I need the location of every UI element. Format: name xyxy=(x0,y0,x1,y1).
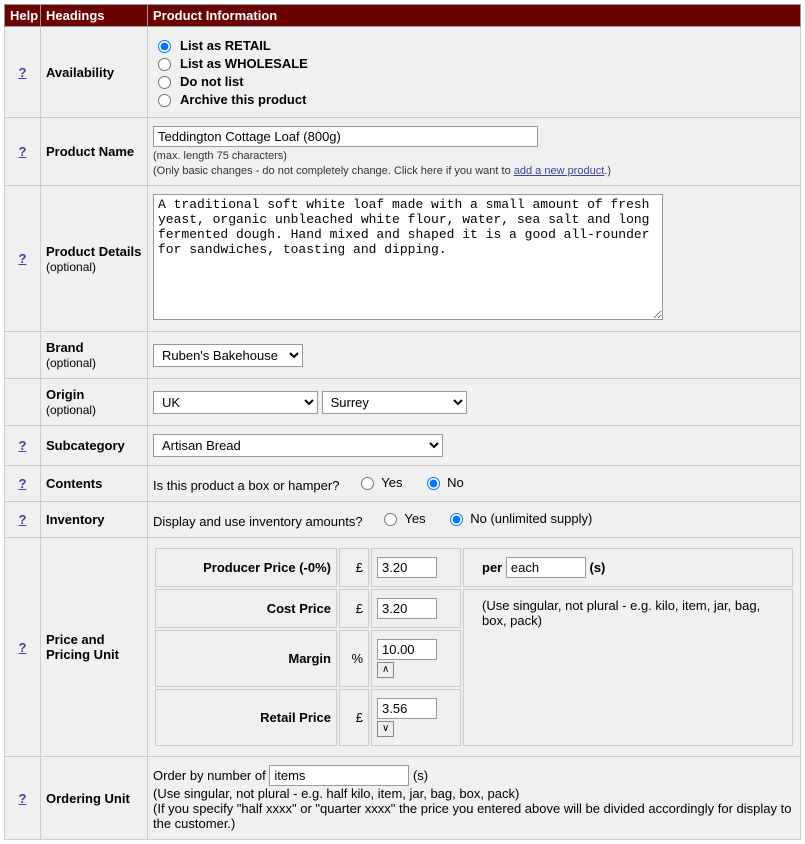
heading-ordering: Ordering Unit xyxy=(41,757,148,840)
brand-select[interactable]: Ruben's Bakehouse xyxy=(153,344,303,367)
subcategory-select[interactable]: Artisan Bread xyxy=(153,434,443,457)
label-archive: Archive this product xyxy=(180,92,306,107)
label-retail: List as RETAIL xyxy=(180,38,271,53)
ordering-prefix: Order by number of xyxy=(153,768,266,783)
radio-retail[interactable] xyxy=(158,40,171,53)
help-link-availability[interactable]: ? xyxy=(19,65,27,80)
help-link-pricing[interactable]: ? xyxy=(19,640,27,655)
help-link-inventory[interactable]: ? xyxy=(19,512,27,527)
ordering-hint2: (If you specify "half xxxx" or "quarter … xyxy=(153,801,791,831)
hint-maxlength: (max. length 75 characters) xyxy=(153,150,287,162)
product-details-textarea[interactable]: A traditional soft white loaf made with … xyxy=(153,194,663,320)
header-headings: Headings xyxy=(41,5,148,27)
hint-basic-changes: (Only basic changes - do not completely … xyxy=(153,165,514,177)
help-link-ordering[interactable]: ? xyxy=(19,791,27,806)
inventory-question: Display and use inventory amounts? xyxy=(153,514,363,529)
add-new-product-link[interactable]: add a new product xyxy=(514,165,605,177)
help-link-details[interactable]: ? xyxy=(19,251,27,266)
heading-brand: Brand xyxy=(46,340,84,355)
radio-dont-list[interactable] xyxy=(158,76,171,89)
pricing-grid: Producer Price (-0%) £ per (s) Cost Pric… xyxy=(153,546,795,748)
per-unit-input[interactable] xyxy=(506,557,586,578)
header-help: Help xyxy=(5,5,41,27)
heading-origin: Origin xyxy=(46,387,84,402)
heading-inventory: Inventory xyxy=(41,502,148,538)
heading-availability: Availability xyxy=(41,27,148,118)
heading-subcategory: Subcategory xyxy=(41,426,148,466)
contents-question: Is this product a box or hamper? xyxy=(153,478,339,493)
label-retail-price: Retail Price xyxy=(155,689,337,746)
label-cost-price: Cost Price xyxy=(155,589,337,628)
label-wholesale: List as WHOLESALE xyxy=(180,56,308,71)
help-link-contents[interactable]: ? xyxy=(19,476,27,491)
producer-price-input[interactable] xyxy=(377,557,437,578)
help-link-name[interactable]: ? xyxy=(19,144,27,159)
cost-price-input[interactable] xyxy=(377,598,437,619)
header-info: Product Information xyxy=(148,5,801,27)
product-form-table: Help Headings Product Information ? Avai… xyxy=(4,4,801,840)
margin-up-button[interactable]: ∧ xyxy=(377,662,394,678)
radio-hamper-yes[interactable] xyxy=(361,477,374,490)
radio-inventory-no[interactable] xyxy=(450,513,463,526)
product-name-input[interactable] xyxy=(153,126,538,147)
heading-product-name: Product Name xyxy=(41,118,148,186)
margin-down-button[interactable]: ∨ xyxy=(377,721,394,737)
radio-hamper-no[interactable] xyxy=(427,477,440,490)
label-dont-list: Do not list xyxy=(180,74,244,89)
origin-country-select[interactable]: UK xyxy=(153,391,318,414)
optional-details: (optional) xyxy=(46,260,96,274)
help-link-subcategory[interactable]: ? xyxy=(19,438,27,453)
radio-inventory-yes[interactable] xyxy=(384,513,397,526)
optional-brand: (optional) xyxy=(46,356,96,370)
origin-region-select[interactable]: Surrey xyxy=(322,391,467,414)
heading-details: Product Details xyxy=(46,244,141,259)
retail-price-input[interactable] xyxy=(377,698,437,719)
label-per: per xyxy=(482,560,502,575)
heading-contents: Contents xyxy=(41,466,148,502)
radio-wholesale[interactable] xyxy=(158,58,171,71)
heading-pricing: Price and Pricing Unit xyxy=(41,538,148,757)
margin-input[interactable] xyxy=(377,639,437,660)
per-unit-hint: (Use singular, not plural - e.g. kilo, i… xyxy=(482,598,760,628)
radio-archive[interactable] xyxy=(158,94,171,107)
ordering-hint1: (Use singular, not plural - e.g. half ki… xyxy=(153,786,519,801)
label-producer-price: Producer Price (-0%) xyxy=(155,548,337,587)
ordering-unit-input[interactable] xyxy=(269,765,409,786)
optional-origin: (optional) xyxy=(46,403,96,417)
